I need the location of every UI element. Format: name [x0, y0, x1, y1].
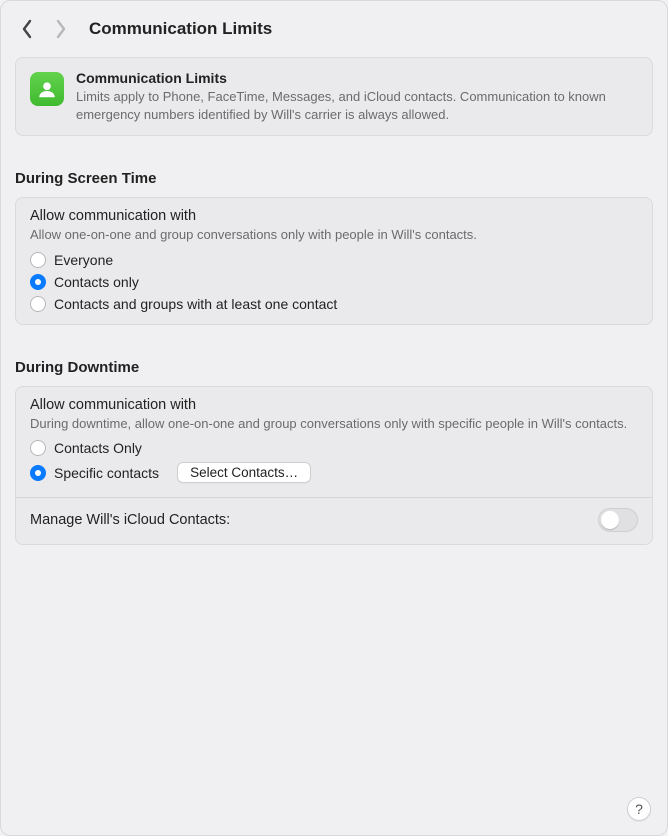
- radio-specific-contacts[interactable]: Specific contacts Select Contacts…: [30, 462, 638, 483]
- radio-label: Contacts only: [54, 274, 139, 290]
- radio-downtime-contacts-only[interactable]: Contacts Only: [30, 440, 638, 456]
- info-card-title: Communication Limits: [76, 70, 638, 86]
- screentime-group-desc: Allow one-on-one and group conversations…: [30, 226, 638, 244]
- radio-everyone[interactable]: Everyone: [30, 252, 638, 268]
- radio-contacts-and-groups[interactable]: Contacts and groups with at least one co…: [30, 296, 638, 312]
- downtime-radio-list: Contacts Only Specific contacts Select C…: [30, 440, 638, 483]
- communication-limits-icon: [30, 72, 64, 106]
- info-card-description: Limits apply to Phone, FaceTime, Message…: [76, 88, 638, 123]
- section-heading-screentime: During Screen Time: [15, 170, 653, 187]
- select-contacts-button[interactable]: Select Contacts…: [177, 462, 311, 483]
- info-card-body: Communication Limits Limits apply to Pho…: [76, 70, 638, 123]
- screentime-radio-list: Everyone Contacts only Contacts and grou…: [30, 252, 638, 312]
- radio-contacts-only[interactable]: Contacts only: [30, 274, 638, 290]
- screentime-group-title: Allow communication with: [30, 208, 638, 224]
- help-button[interactable]: ?: [627, 797, 651, 821]
- forward-button: [49, 15, 73, 43]
- communication-limits-pane: Communication Limits Communication Limit…: [0, 0, 668, 836]
- radio-indicator: [30, 274, 46, 290]
- downtime-group-title: Allow communication with: [30, 397, 638, 413]
- nav-bar: Communication Limits: [1, 1, 667, 53]
- manage-icloud-label: Manage Will's iCloud Contacts:: [30, 512, 230, 528]
- radio-indicator: [30, 440, 46, 456]
- radio-label: Contacts Only: [54, 440, 142, 456]
- back-button[interactable]: [15, 15, 39, 43]
- downtime-group-desc: During downtime, allow one-on-one and gr…: [30, 415, 638, 433]
- info-card: Communication Limits Limits apply to Pho…: [15, 57, 653, 136]
- radio-indicator: [30, 296, 46, 312]
- radio-indicator: [30, 465, 46, 481]
- chevron-right-icon: [55, 19, 67, 39]
- radio-label: Everyone: [54, 252, 113, 268]
- page-title: Communication Limits: [89, 19, 272, 39]
- downtime-panel: Allow communication with During downtime…: [15, 386, 653, 546]
- manage-icloud-toggle[interactable]: [598, 508, 638, 532]
- section-heading-downtime: During Downtime: [15, 359, 653, 376]
- radio-indicator: [30, 252, 46, 268]
- screentime-panel: Allow communication with Allow one-on-on…: [15, 197, 653, 325]
- chevron-left-icon: [21, 19, 33, 39]
- manage-icloud-row: Manage Will's iCloud Contacts:: [30, 508, 638, 532]
- separator: [16, 497, 652, 498]
- radio-label: Specific contacts: [54, 465, 159, 481]
- radio-label: Contacts and groups with at least one co…: [54, 296, 337, 312]
